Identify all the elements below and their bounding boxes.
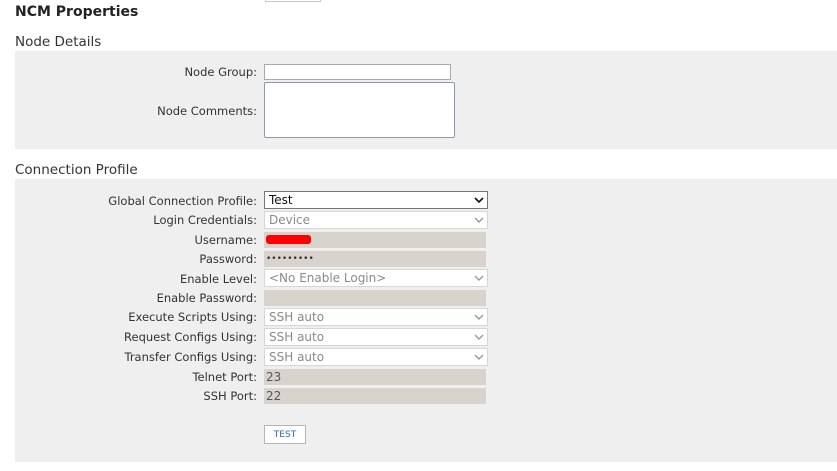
execute-scripts-select[interactable]: SSH auto	[264, 308, 488, 326]
chevron-down-icon	[471, 192, 487, 208]
node-comments-textarea[interactable]	[264, 82, 455, 138]
enable-level-label: Enable Level:	[179, 272, 257, 286]
password-field[interactable]: •••••••••	[264, 251, 486, 267]
telnet-port-label: Telnet Port:	[192, 370, 257, 384]
top-tab-edge	[265, 0, 321, 2]
chevron-down-icon	[471, 212, 487, 228]
ssh-port-field[interactable]: 22	[264, 388, 486, 404]
login-credentials-value: Device	[269, 213, 311, 227]
node-group-input[interactable]	[264, 64, 451, 80]
enable-level-select[interactable]: <No Enable Login>	[264, 269, 488, 287]
password-label: Password:	[199, 252, 257, 266]
chevron-down-icon	[471, 270, 487, 286]
transfer-configs-label: Transfer Configs Using:	[124, 350, 257, 364]
node-details-title: Node Details	[15, 34, 102, 50]
request-configs-value: SSH auto	[269, 330, 325, 344]
connection-profile-title: Connection Profile	[15, 162, 138, 178]
enable-password-label: Enable Password:	[156, 291, 257, 305]
login-credentials-label: Login Credentials:	[153, 213, 257, 227]
chevron-down-icon	[471, 349, 487, 365]
username-label: Username:	[194, 233, 258, 247]
transfer-configs-value: SSH auto	[269, 350, 325, 364]
global-profile-select[interactable]: Test	[264, 191, 488, 209]
node-group-label: Node Group:	[184, 65, 257, 79]
global-profile-label: Global Connection Profile:	[108, 194, 257, 208]
global-profile-value: Test	[269, 193, 293, 207]
ssh-port-label: SSH Port:	[203, 389, 257, 403]
login-credentials-select[interactable]: Device	[264, 211, 488, 229]
test-button[interactable]: TEST	[264, 425, 306, 444]
node-comments-label: Node Comments:	[157, 104, 257, 118]
chevron-down-icon	[471, 309, 487, 325]
request-configs-label: Request Configs Using:	[124, 330, 257, 344]
chevron-down-icon	[471, 329, 487, 345]
username-field[interactable]	[264, 232, 486, 248]
page-title: NCM Properties	[15, 4, 139, 20]
transfer-configs-select[interactable]: SSH auto	[264, 348, 488, 366]
enable-level-value: <No Enable Login>	[269, 271, 387, 285]
execute-scripts-label: Execute Scripts Using:	[128, 310, 257, 324]
enable-password-field[interactable]	[264, 290, 486, 306]
username-redaction	[266, 235, 311, 244]
telnet-port-field[interactable]: 23	[264, 369, 486, 385]
request-configs-select[interactable]: SSH auto	[264, 328, 488, 346]
execute-scripts-value: SSH auto	[269, 310, 325, 324]
